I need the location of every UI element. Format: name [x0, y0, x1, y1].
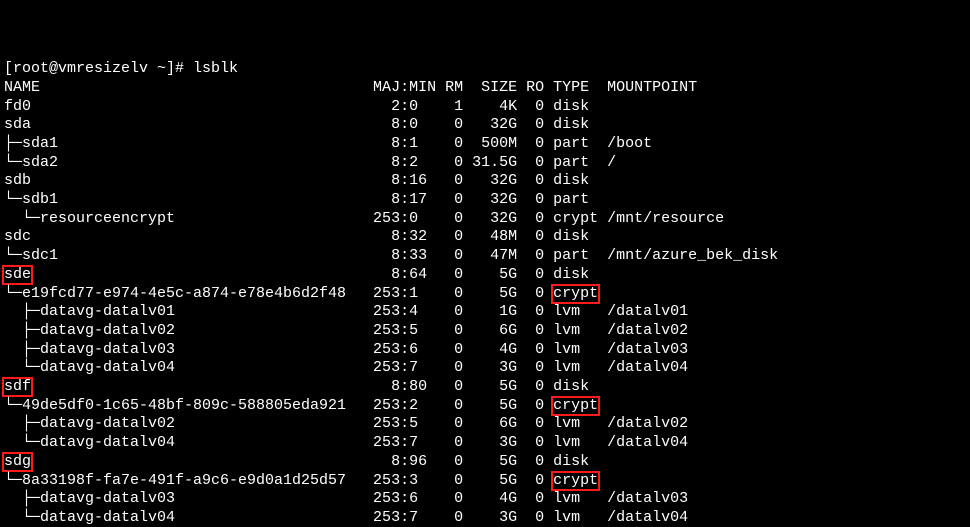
highlight-type-crypt: crypt: [551, 471, 600, 491]
lsblk-row: sda 8:0 0 32G 0 disk: [4, 116, 598, 133]
lsblk-row: sdc 8:32 0 48M 0 disk: [4, 228, 598, 245]
header-line: NAME MAJ:MIN RM SIZE RO TYPE MOUNTPOINT: [4, 79, 697, 96]
lsblk-row: └─sdc1 8:33 0 47M 0 part /mnt/azure_bek_…: [4, 247, 778, 264]
highlight-disk-name: sdf: [2, 377, 33, 397]
highlight-disk-name: sdg: [2, 452, 33, 472]
lsblk-row: ├─datavg-datalv03 253:6 0 4G 0 lvm /data…: [4, 341, 688, 358]
prompt-line: [root@vmresizelv ~]# lsblk: [4, 60, 238, 77]
lsblk-row: sdf 8:80 0 5G 0 disk: [4, 378, 598, 395]
lsblk-row: sdg 8:96 0 5G 0 disk: [4, 453, 598, 470]
lsblk-row: └─datavg-datalv04 253:7 0 3G 0 lvm /data…: [4, 434, 688, 451]
highlight-type-crypt: crypt: [551, 396, 600, 416]
lsblk-row: sde 8:64 0 5G 0 disk: [4, 266, 598, 283]
lsblk-row: └─datavg-datalv04 253:7 0 3G 0 lvm /data…: [4, 509, 688, 526]
lsblk-row: └─datavg-datalv04 253:7 0 3G 0 lvm /data…: [4, 359, 688, 376]
highlight-disk-name: sde: [2, 265, 33, 285]
lsblk-row: └─8a33198f-fa7e-491f-a9c6-e9d0a1d25d57 2…: [4, 472, 598, 489]
terminal-output: [root@vmresizelv ~]# lsblk NAME MAJ:MIN …: [0, 37, 970, 527]
lsblk-row: └─sda2 8:2 0 31.5G 0 part /: [4, 154, 616, 171]
lsblk-row: └─resourceencrypt 253:0 0 32G 0 crypt /m…: [4, 210, 724, 227]
lsblk-row: ├─sda1 8:1 0 500M 0 part /boot: [4, 135, 652, 152]
lsblk-row: ├─datavg-datalv01 253:4 0 1G 0 lvm /data…: [4, 303, 688, 320]
highlight-type-crypt: crypt: [551, 284, 600, 304]
lsblk-row: fd0 2:0 1 4K 0 disk: [4, 98, 598, 115]
lsblk-row: sdb 8:16 0 32G 0 disk: [4, 172, 598, 189]
lsblk-row: ├─datavg-datalv02 253:5 0 6G 0 lvm /data…: [4, 322, 688, 339]
lsblk-row: └─sdb1 8:17 0 32G 0 part: [4, 191, 598, 208]
lsblk-rows: fd0 2:0 1 4K 0 disk sda 8:0 0 32G 0 disk…: [4, 98, 966, 527]
command-text: lsblk: [193, 60, 238, 77]
lsblk-row: └─e19fcd77-e974-4e5c-a874-e78e4b6d2f48 2…: [4, 285, 598, 302]
lsblk-row: ├─datavg-datalv03 253:6 0 4G 0 lvm /data…: [4, 490, 688, 507]
lsblk-row: └─49de5df0-1c65-48bf-809c-588805eda921 2…: [4, 397, 598, 414]
shell-prompt: [root@vmresizelv ~]#: [4, 60, 184, 77]
lsblk-row: ├─datavg-datalv02 253:5 0 6G 0 lvm /data…: [4, 415, 688, 432]
